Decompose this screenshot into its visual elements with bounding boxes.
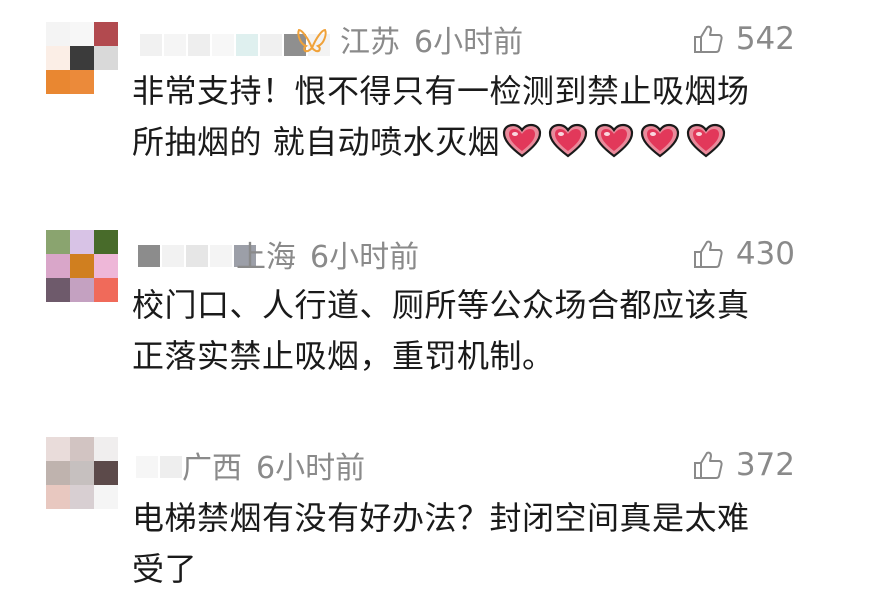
comment-item: 江苏 6小时前 542 非常支持！恨不得只有一检测到禁止吸烟场 所抽烟的 就自动… xyxy=(0,0,875,200)
butterfly-badge-icon xyxy=(297,28,327,53)
thumbs-up-icon xyxy=(693,25,723,53)
avatar-pixel xyxy=(70,22,94,46)
comment-text-line: 非常支持！恨不得只有一检测到禁止吸烟场 xyxy=(132,72,750,110)
comment-text-line-2: 所抽烟的 就自动喷水灭烟 xyxy=(132,117,792,168)
avatar-pixel xyxy=(70,70,94,94)
time-label: 6小时前 xyxy=(256,451,366,486)
avatar[interactable] xyxy=(46,22,118,94)
avatar-pixel xyxy=(94,485,118,509)
avatar-pixel xyxy=(94,278,118,302)
time-label: 6小时前 xyxy=(310,240,420,275)
heart-emoji-icon xyxy=(595,123,634,158)
avatar-pixel xyxy=(46,254,70,278)
like-count: 372 xyxy=(735,447,795,483)
avatar-pixel xyxy=(46,461,70,485)
comment-meta: 江苏 6小时前 xyxy=(296,14,523,64)
thumbs-up-icon xyxy=(693,451,723,479)
avatar-pixel xyxy=(70,46,94,70)
comment-text: 电梯禁烟有没有好办法？封闭空间真是太难 受了 xyxy=(132,493,792,595)
avatar-pixel xyxy=(94,254,118,278)
avatar-pixel xyxy=(46,70,70,94)
avatar-pixel xyxy=(94,70,118,94)
username-blurred[interactable] xyxy=(136,442,182,492)
avatar-pixel xyxy=(70,437,94,461)
avatar-pixel xyxy=(46,46,70,70)
heart-emoji-icon xyxy=(549,123,588,158)
avatar-pixel xyxy=(46,485,70,509)
comment-text-line: 电梯禁烟有没有好办法？封闭空间真是太难 xyxy=(132,499,750,537)
comment-text: 非常支持！恨不得只有一检测到禁止吸烟场 所抽烟的 就自动喷水灭烟 xyxy=(132,66,792,168)
location-label: 上海 xyxy=(236,240,296,275)
comment-text: 校门口、人行道、厕所等公众场合都应该真 正落实禁止吸烟，重罚机制。 xyxy=(132,280,792,382)
thumbs-up-icon xyxy=(693,240,723,268)
avatar-pixel xyxy=(70,278,94,302)
avatar-pixel xyxy=(46,437,70,461)
avatar-pixel xyxy=(94,230,118,254)
comment-item: 广西 6小时前 372 电梯禁烟有没有好办法？封闭空间真是太难 受了 xyxy=(0,420,875,615)
comment-text-line: 正落实禁止吸烟，重罚机制。 xyxy=(132,337,555,375)
avatar-pixel xyxy=(70,485,94,509)
avatar-pixel xyxy=(94,437,118,461)
comment-meta: 广西 6小时前 xyxy=(182,440,365,490)
location-label: 江苏 xyxy=(340,25,400,60)
heart-emoji-icon xyxy=(503,123,542,158)
comment-item: 上海 6小时前 430 校门口、人行道、厕所等公众场合都应该真 正落实禁止吸烟，… xyxy=(0,205,875,405)
comment-text-line: 受了 xyxy=(132,550,198,588)
like-button[interactable]: 430 xyxy=(692,229,795,279)
heart-emoji-icon xyxy=(641,123,680,158)
avatar[interactable] xyxy=(46,437,118,509)
avatar-pixel xyxy=(70,230,94,254)
heart-emoji-icon xyxy=(687,123,726,158)
avatar-pixel xyxy=(46,230,70,254)
avatar-pixel xyxy=(94,461,118,485)
avatar-pixel xyxy=(94,46,118,70)
avatar-pixel xyxy=(94,22,118,46)
heart-emoji-group xyxy=(502,123,726,159)
avatar-pixel xyxy=(46,22,70,46)
avatar-pixel xyxy=(70,461,94,485)
avatar[interactable] xyxy=(46,230,118,302)
like-button[interactable]: 372 xyxy=(692,440,795,490)
comment-meta: 上海 6小时前 xyxy=(236,229,419,279)
avatar-pixel xyxy=(70,254,94,278)
location-label: 广西 xyxy=(182,451,242,486)
like-count: 430 xyxy=(735,236,795,272)
time-label: 6小时前 xyxy=(414,25,524,60)
comment-text-line: 所抽烟的 就自动喷水灭烟 xyxy=(132,123,501,161)
like-button[interactable]: 542 xyxy=(692,14,795,64)
avatar-pixel xyxy=(46,278,70,302)
comment-text-line: 校门口、人行道、厕所等公众场合都应该真 xyxy=(132,286,750,324)
like-count: 542 xyxy=(735,21,795,57)
